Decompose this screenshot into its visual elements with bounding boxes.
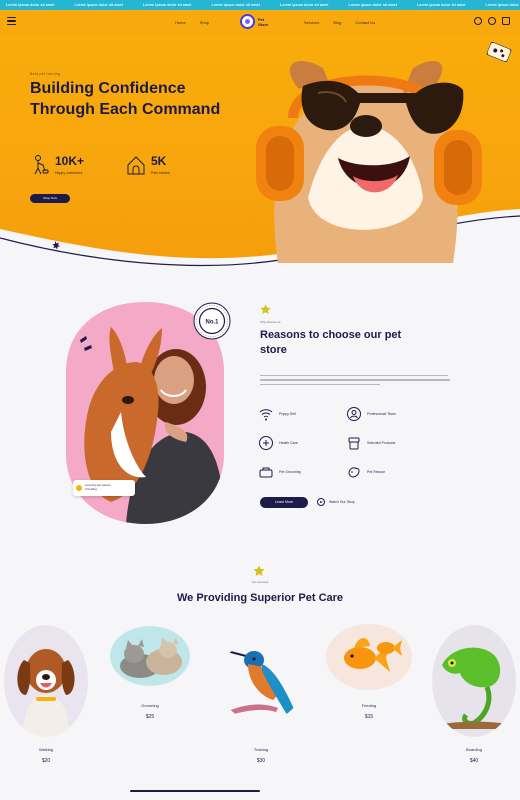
pet-card-boarding[interactable]: Boarding $40 [432, 747, 516, 764]
pet-name: Feeding [361, 703, 377, 708]
nav-item-contact[interactable]: Contact Us [355, 20, 375, 25]
feature-health-care: Health Care [258, 434, 346, 452]
pet-price: $20 [41, 758, 51, 764]
nav-left: Home Shop [175, 10, 209, 34]
goldfish-service-image[interactable] [326, 624, 412, 690]
nav-right: Services Blog Contact Us [304, 10, 375, 34]
site-header: Home Shop Pet Store Services Blog Contac… [0, 10, 520, 34]
services-title: We Providing Superior Pet Care [176, 592, 344, 604]
ticker-item: Lorem ipsum dolor sit amet [417, 3, 466, 7]
hero-shop-button[interactable]: Shop Now [30, 194, 70, 203]
wifi-pet-icon [259, 409, 273, 421]
dog-house-icon [127, 156, 145, 175]
ticker-item: Lorem ipsum dolor sit amet [348, 3, 397, 7]
feature-label: Health Care [279, 441, 298, 445]
stat-value: 10K+ [55, 154, 85, 168]
review-line2: 4.9 rating [85, 487, 97, 491]
ticker-item: Lorem ipsum dolor sit amet [74, 3, 123, 7]
feature-professional-team: Professional Team [346, 405, 434, 423]
team-icon [347, 407, 361, 421]
nav-item-shop[interactable]: Shop [200, 20, 209, 25]
paw-badge-icon [260, 304, 271, 314]
feature-selected-products: Selected Products [346, 434, 434, 452]
dog-walker-icon [34, 155, 49, 175]
rating-icon [76, 485, 82, 491]
stat-label: Happy customers [55, 171, 83, 175]
play-icon [317, 498, 325, 506]
pet-price: $15 [364, 714, 374, 720]
feature-label: Puppy Sell [279, 412, 296, 416]
pet-name: Grooming [141, 703, 159, 708]
hero-dog-image [256, 60, 482, 263]
features-grid: Puppy Sell Professional Team Health Care… [258, 405, 458, 481]
learn-more-button[interactable]: Learn More [260, 497, 308, 508]
feature-label: Pet Grooming [279, 470, 301, 474]
feature-pet-rescue: Pet Rescue [346, 463, 434, 481]
reasons-description [260, 375, 450, 386]
cart-icon[interactable] [502, 17, 510, 25]
ticker-item: Lorem ipsum dolor sit amet [211, 3, 260, 7]
stat-value: 5K [151, 154, 167, 168]
grooming-icon [259, 467, 273, 478]
site-logo[interactable]: Pet Store [240, 14, 274, 29]
reasons-kicker: Why choose us [260, 320, 281, 324]
watch-story-link[interactable]: Watch Our Story [317, 498, 355, 506]
logo-text: Pet Store [258, 16, 269, 27]
review-card: Loved by pet owners 4.9 rating [73, 480, 135, 496]
ticker-item: Lorem ipsum dolor sit amet [6, 3, 55, 7]
menu-icon[interactable] [7, 17, 16, 25]
feature-label: Professional Team [367, 412, 396, 416]
pet-name: Training [253, 747, 269, 752]
feature-puppy-sell: Puppy Sell [258, 405, 346, 423]
dog-service-image[interactable] [4, 625, 88, 737]
carousel-scrollbar[interactable] [130, 790, 260, 792]
feature-label: Pet Rescue [367, 470, 386, 474]
pet-card-training[interactable]: Training $30 [218, 747, 304, 764]
nav-item-blog[interactable]: Blog [333, 20, 341, 25]
badge-label: No.1 [205, 320, 219, 326]
feature-label: Selected Products [367, 441, 396, 445]
stat-label: Pets trained [151, 171, 170, 175]
pet-card-walking[interactable]: Walking $20 [4, 747, 88, 764]
pet-price: $40 [469, 758, 479, 764]
announcement-ticker: Lorem ipsum dolor sit amet Lorem ipsum do… [0, 0, 520, 10]
nav-item-home[interactable]: Home [175, 20, 186, 25]
search-icon[interactable] [474, 17, 482, 25]
health-icon [259, 436, 273, 450]
play-label: Watch Our Story [329, 500, 355, 504]
logo-icon [240, 14, 255, 29]
header-icons [474, 17, 510, 25]
services-kicker: Our services [251, 580, 269, 584]
reasons-title: Reasons to choose our pet store [260, 329, 402, 356]
rescue-icon [348, 467, 360, 478]
pet-card-grooming[interactable]: Grooming $25 [110, 703, 190, 720]
hero-stat-customers: 10K+ Happy customers [30, 154, 84, 176]
pet-name: Walking [38, 747, 54, 752]
paw-badge-icon [253, 565, 265, 576]
ticker-track: Lorem ipsum dolor sit amet Lorem ipsum do… [0, 0, 520, 10]
pet-price: $25 [145, 714, 155, 720]
chameleon-service-image[interactable] [432, 625, 516, 737]
user-icon[interactable] [488, 17, 496, 25]
feature-pet-grooming: Pet Grooming [258, 463, 346, 481]
hero-tagline: Best pet training [30, 72, 61, 76]
products-icon [348, 437, 360, 450]
pet-name: Boarding [465, 747, 482, 752]
pet-card-feeding[interactable]: Feeding $15 [326, 703, 412, 720]
bird-service-image[interactable] [218, 640, 304, 722]
nav-item-services[interactable]: Services [304, 20, 319, 25]
ticker-item: Lorem ipsum dolor sit amet [485, 3, 520, 7]
no1-badge: No.1 [193, 302, 231, 340]
hero-title: Building Confidence Through Each Command [30, 80, 221, 118]
ticker-item: Lorem ipsum dolor sit amet [280, 3, 329, 7]
cats-service-image[interactable] [110, 626, 190, 686]
pet-price: $30 [256, 758, 266, 764]
hero-stat-trained: 5K Pets trained [126, 154, 170, 176]
ticker-item: Lorem ipsum dolor sit amet [143, 3, 192, 7]
